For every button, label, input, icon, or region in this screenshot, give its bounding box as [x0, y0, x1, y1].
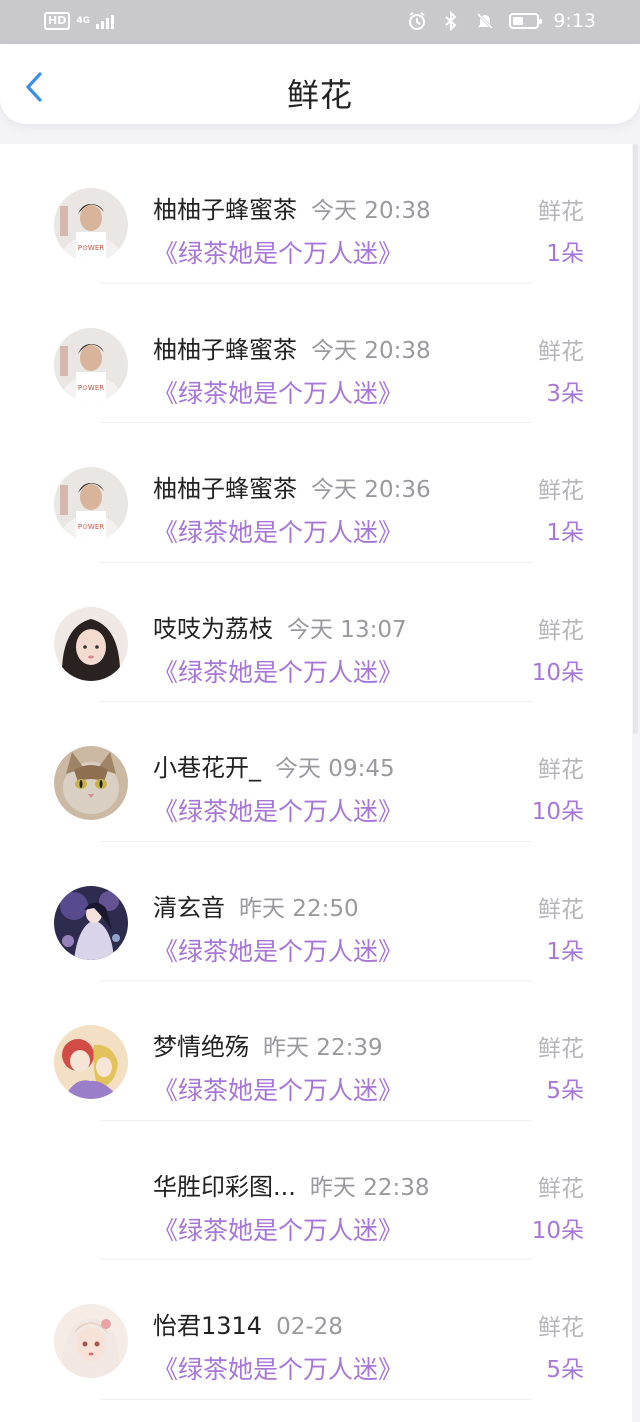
gift-type-label: 鲜花 [538, 338, 584, 365]
user-name[interactable]: 怡君1314 [153, 1312, 262, 1340]
gift-count: 1朵 [546, 241, 584, 267]
list-item[interactable]: 华胜印彩图... 昨天 22:38 《绿茶她是个万人迷》 鲜花 10朵 [0, 1121, 632, 1260]
flower-gift-list: P⊙WER 柚柚子蜂蜜茶 今天 20:38 《绿茶她是个万人迷》 鲜花 1朵 P⊙WER 柚柚… [0, 144, 632, 1422]
bluetooth-icon [445, 11, 457, 31]
list-item-user: 柚柚子蜂蜜茶 今天 20:38 [153, 190, 431, 225]
avatar[interactable]: P⊙WER [54, 327, 128, 402]
list-item-user: 柚柚子蜂蜜茶 今天 20:38 [153, 330, 431, 365]
list-item[interactable]: P⊙WER 柚柚子蜂蜜茶 今天 20:38 《绿茶她是个万人迷》 鲜花 3朵 [0, 284, 632, 423]
user-name[interactable]: 吱吱为荔枝 [153, 615, 273, 643]
list-item[interactable]: 清玄音 昨天 22:50 《绿茶她是个万人迷》 鲜花 1朵 [0, 842, 632, 981]
book-title-link[interactable]: 《绿茶她是个万人迷》 [153, 932, 403, 968]
book-title-link[interactable]: 《绿茶她是个万人迷》 [153, 1071, 403, 1107]
list-item[interactable]: 梦情绝殇 昨天 22:39 《绿茶她是个万人迷》 鲜花 5朵 [0, 981, 632, 1121]
svg-text:P⊙WER: P⊙WER [78, 244, 104, 252]
list-item-user: 吱吱为荔枝 今天 13:07 [153, 609, 407, 644]
avatar[interactable] [54, 1025, 128, 1099]
list-item[interactable]: 小巷花开_ 今天 09:45 《绿茶她是个万人迷》 鲜花 10朵 [0, 702, 632, 842]
list-item-user: 梦情绝殇 昨天 22:39 [153, 1027, 383, 1062]
timestamp: 昨天 22:50 [239, 895, 359, 922]
user-name[interactable]: 小巷花开_ [153, 754, 261, 782]
hd-badge: HD [44, 12, 71, 30]
clock: 9:13 [553, 10, 596, 32]
gift-type-label: 鲜花 [538, 896, 584, 923]
user-name[interactable]: 柚柚子蜂蜜茶 [153, 336, 297, 364]
gift-type-label: 鲜花 [538, 1175, 584, 1202]
user-name[interactable]: 柚柚子蜂蜜茶 [153, 196, 297, 224]
timestamp: 今天 20:36 [311, 477, 431, 503]
book-title-link[interactable]: 《绿茶她是个万人迷》 [153, 513, 403, 549]
gift-type-label: 鲜花 [538, 1036, 584, 1062]
timestamp: 昨天 22:39 [263, 1035, 383, 1061]
timestamp: 今天 13:07 [287, 616, 407, 643]
gift-count: 1朵 [546, 520, 584, 546]
scrollbar[interactable] [632, 144, 640, 1422]
timestamp: 今天 20:38 [311, 337, 431, 364]
gift-count: 10朵 [531, 1217, 584, 1244]
book-title-link[interactable]: 《绿茶她是个万人迷》 [153, 653, 403, 689]
list-item[interactable]: 吱吱为荔枝 今天 13:07 《绿茶她是个万人迷》 鲜花 10朵 [0, 563, 632, 702]
avatar[interactable] [54, 1304, 128, 1378]
scrollbar-thumb[interactable] [633, 144, 638, 734]
status-bar: HD 4G 9:13 [0, 0, 640, 44]
timestamp: 02-28 [276, 1314, 343, 1340]
gift-count: 5朵 [546, 1078, 584, 1104]
gift-type-label: 鲜花 [538, 617, 584, 644]
user-name[interactable]: 华胜印彩图... [153, 1173, 296, 1201]
alarm-icon [409, 12, 426, 30]
status-left: HD 4G [44, 12, 114, 30]
avatar[interactable] [54, 1165, 128, 1239]
mute-bell-icon [477, 12, 494, 30]
gift-type-label: 鲜花 [538, 199, 584, 225]
status-right: 9:13 [407, 10, 596, 32]
avatar[interactable] [54, 885, 128, 960]
user-name[interactable]: 清玄音 [153, 894, 225, 922]
gift-count: 3朵 [546, 380, 584, 407]
book-title-link[interactable]: 《绿茶她是个万人迷》 [153, 792, 403, 828]
avatar[interactable] [54, 746, 128, 820]
signal-icon [96, 13, 114, 29]
svg-text:P⊙WER: P⊙WER [78, 384, 104, 392]
nav-bar: 鲜花 [0, 44, 640, 124]
list-item-user: 小巷花开_ 今天 09:45 [153, 748, 395, 783]
list-item-user: 怡君1314 02-28 [153, 1306, 343, 1341]
avatar[interactable]: P⊙WER [54, 188, 128, 262]
avatar[interactable] [54, 606, 128, 681]
gift-type-label: 鲜花 [538, 1315, 584, 1341]
user-name[interactable]: 柚柚子蜂蜜茶 [153, 475, 297, 503]
gift-count: 10朵 [531, 799, 584, 825]
gift-count: 1朵 [546, 938, 584, 965]
book-title-link[interactable]: 《绿茶她是个万人迷》 [153, 374, 403, 410]
list-item-user: 清玄音 昨天 22:50 [153, 888, 359, 923]
timestamp: 今天 09:45 [275, 756, 395, 782]
gift-count: 5朵 [546, 1357, 584, 1383]
book-title-link[interactable]: 《绿茶她是个万人迷》 [153, 234, 403, 270]
list-item-user: 柚柚子蜂蜜茶 今天 20:36 [153, 469, 431, 504]
user-name[interactable]: 梦情绝殇 [153, 1033, 249, 1061]
page-title: 鲜花 [286, 76, 353, 114]
list-item[interactable]: P⊙WER 柚柚子蜂蜜茶 今天 20:36 《绿茶她是个万人迷》 鲜花 1朵 [0, 423, 632, 563]
list-item[interactable]: P⊙WER 柚柚子蜂蜜茶 今天 20:38 《绿茶她是个万人迷》 鲜花 1朵 [0, 144, 632, 284]
network-label: 4G [76, 15, 90, 26]
list-item-user: 华胜印彩图... 昨天 22:38 [153, 1167, 429, 1202]
gift-count: 10朵 [531, 659, 584, 686]
book-title-link[interactable]: 《绿茶她是个万人迷》 [153, 1350, 403, 1386]
timestamp: 今天 20:38 [311, 198, 431, 224]
timestamp: 昨天 22:38 [309, 1174, 430, 1201]
battery-icon [509, 13, 543, 29]
list-item[interactable]: 怡君1314 02-28 《绿茶她是个万人迷》 鲜花 5朵 [0, 1260, 632, 1400]
divider [100, 1398, 532, 1400]
avatar[interactable]: P⊙WER [54, 467, 128, 541]
svg-text:P⊙WER: P⊙WER [78, 523, 104, 531]
gift-type-label: 鲜花 [538, 757, 584, 783]
book-title-link[interactable]: 《绿茶她是个万人迷》 [153, 1211, 403, 1247]
gift-type-label: 鲜花 [538, 478, 584, 504]
